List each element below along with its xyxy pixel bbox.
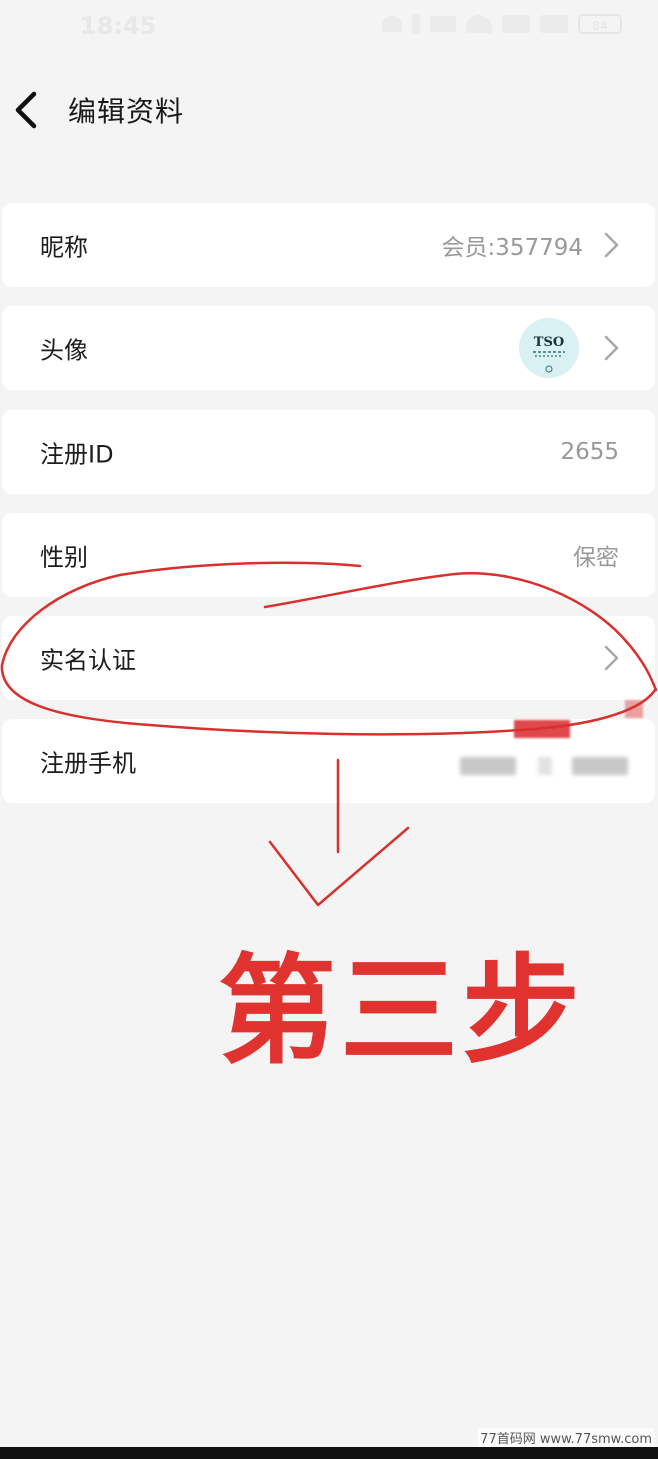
- register-id-label: 注册ID: [40, 440, 114, 469]
- avatar-logo-icon: [533, 351, 565, 373]
- wifi-icon: [466, 15, 492, 33]
- chevron-right-icon: [604, 645, 619, 671]
- nickname-label: 昵称: [40, 233, 88, 262]
- avatar-label: 头像: [40, 336, 88, 365]
- battery-icon: 84: [578, 14, 622, 34]
- back-button[interactable]: [8, 86, 48, 134]
- chevron-left-icon: [15, 91, 37, 129]
- gender-label: 性别: [40, 543, 88, 572]
- status-bar: 18:45 84: [0, 0, 658, 52]
- alarm-icon: [382, 16, 402, 32]
- page-title: 编辑资料: [68, 95, 185, 128]
- nickname-row[interactable]: 昵称 会员:357794: [2, 203, 655, 287]
- nickname-value: 会员:357794: [441, 235, 583, 261]
- registered-phone-label: 注册手机: [40, 749, 136, 778]
- bluetooth-icon: [412, 14, 420, 34]
- status-time: 18:45: [80, 12, 157, 40]
- hd-icon: [430, 16, 456, 32]
- redaction-mark: [514, 720, 570, 738]
- signal-icon: [502, 15, 530, 33]
- bottom-bar: [0, 1447, 658, 1459]
- step-annotation-text: 第三步: [218, 942, 585, 1080]
- real-name-verification-label: 实名认证: [40, 646, 136, 675]
- gender-value: 保密: [573, 545, 619, 571]
- header: 编辑资料: [0, 60, 658, 160]
- avatar-row[interactable]: 头像 TSO: [2, 306, 655, 390]
- register-id-row: 注册ID 2655: [2, 410, 655, 494]
- avatar[interactable]: TSO: [519, 318, 579, 378]
- real-name-verification-row[interactable]: 实名认证: [2, 616, 655, 700]
- redaction-mark: [625, 700, 643, 718]
- chevron-right-icon: [604, 232, 619, 258]
- gender-row[interactable]: 性别 保密: [2, 513, 655, 597]
- signal-2-icon: [540, 15, 568, 33]
- chevron-right-icon: [604, 335, 619, 361]
- status-icons: 84: [382, 14, 622, 34]
- watermark: 77首码网 www.77smw.com: [478, 1428, 654, 1447]
- register-id-value: 2655: [560, 439, 619, 465]
